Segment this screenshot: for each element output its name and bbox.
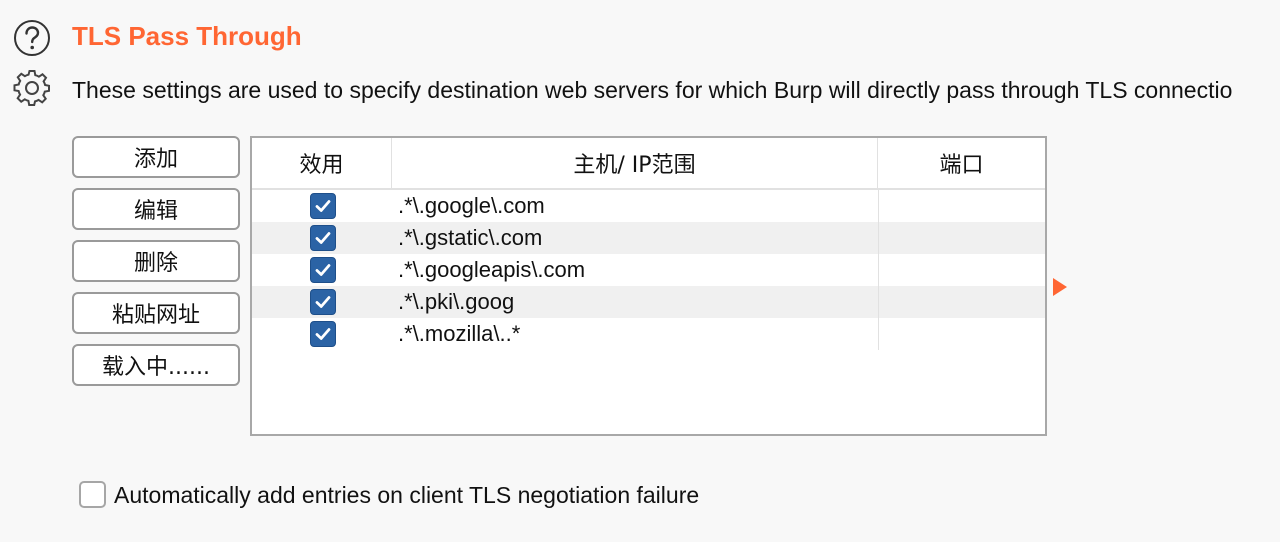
row-enabled-checkbox[interactable] (310, 193, 336, 219)
checkmark-icon (315, 232, 331, 244)
pass-through-table[interactable]: 效用 主机/ IP范围 端口 .*\.google\.com .*\.gstat… (250, 136, 1047, 436)
column-divider (878, 190, 879, 222)
row-enabled-checkbox[interactable] (310, 289, 336, 315)
row-enabled-checkbox[interactable] (310, 321, 336, 347)
checkmark-icon (315, 296, 331, 308)
column-header-enabled[interactable]: 效用 (252, 138, 392, 188)
table-row[interactable]: .*\.pki\.goog (252, 286, 1045, 318)
row-host: .*\.pki\.goog (398, 289, 515, 314)
section-title: TLS Pass Through (72, 21, 302, 51)
row-host: .*\.googleapis\.com (398, 257, 586, 282)
column-header-host[interactable]: 主机/ IP范围 (392, 138, 878, 188)
row-enabled-checkbox[interactable] (310, 257, 336, 283)
auto-add-checkbox[interactable] (79, 481, 106, 508)
row-enabled-checkbox[interactable] (310, 225, 336, 251)
table-row[interactable]: .*\.mozilla\..* (252, 318, 1045, 350)
table-row[interactable]: .*\.gstatic\.com (252, 222, 1045, 254)
table-header: 效用 主机/ IP范围 端口 (252, 138, 1045, 190)
row-host: .*\.mozilla\..* (398, 321, 521, 346)
checkmark-icon (315, 264, 331, 276)
load-button[interactable]: 载入中...... (72, 344, 240, 386)
edit-button[interactable]: 编辑 (72, 188, 240, 230)
checkmark-icon (315, 200, 331, 212)
remove-button[interactable]: 删除 (72, 240, 240, 282)
row-host: .*\.gstatic\.com (398, 225, 543, 250)
column-divider (878, 286, 879, 318)
add-button[interactable]: 添加 (72, 136, 240, 178)
checkmark-icon (315, 328, 331, 340)
paste-url-button[interactable]: 粘贴网址 (72, 292, 240, 334)
table-row[interactable]: .*\.google\.com (252, 190, 1045, 222)
column-divider (878, 318, 879, 350)
row-host: .*\.google\.com (398, 193, 545, 218)
section-description: These settings are used to specify desti… (72, 77, 1233, 103)
column-divider (878, 222, 879, 254)
column-divider (878, 254, 879, 286)
table-row[interactable]: .*\.googleapis\.com (252, 254, 1045, 286)
column-header-port[interactable]: 端口 (878, 138, 1045, 188)
auto-add-label[interactable]: Automatically add entries on client TLS … (114, 482, 699, 509)
